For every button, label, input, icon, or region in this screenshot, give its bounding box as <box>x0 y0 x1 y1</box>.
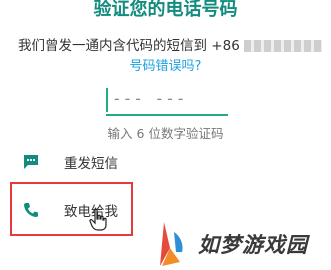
wrong-number-link[interactable]: 号码错误吗? <box>0 58 331 76</box>
code-hint: 输入 6 位数字验证码 <box>107 126 224 141</box>
instruction-text: 我们曾发一通内含代码的短信到 +86 <box>18 36 322 56</box>
message-icon <box>22 153 40 171</box>
text-cursor <box>106 88 108 112</box>
watermark-text: 如梦游戏园 <box>198 233 308 257</box>
watermark: 如梦游戏园 <box>146 218 331 270</box>
code-placeholder: --- --- <box>112 89 187 108</box>
phone-icon <box>22 201 40 219</box>
verification-code-input[interactable]: --- --- <box>106 88 228 116</box>
hand-pointer-icon <box>89 208 107 231</box>
brand-logo-icon <box>160 222 183 266</box>
resend-sms-label: 重发短信 <box>64 156 118 172</box>
masked-phone-number <box>243 40 322 52</box>
call-me-button[interactable]: 致电给我 <box>22 198 142 222</box>
instruction-label: 我们曾发一通内含代码的短信到 +86 <box>18 38 240 54</box>
page-title: 验证您的电话号码 <box>93 0 238 20</box>
resend-sms-button[interactable]: 重发短信 <box>22 150 222 174</box>
